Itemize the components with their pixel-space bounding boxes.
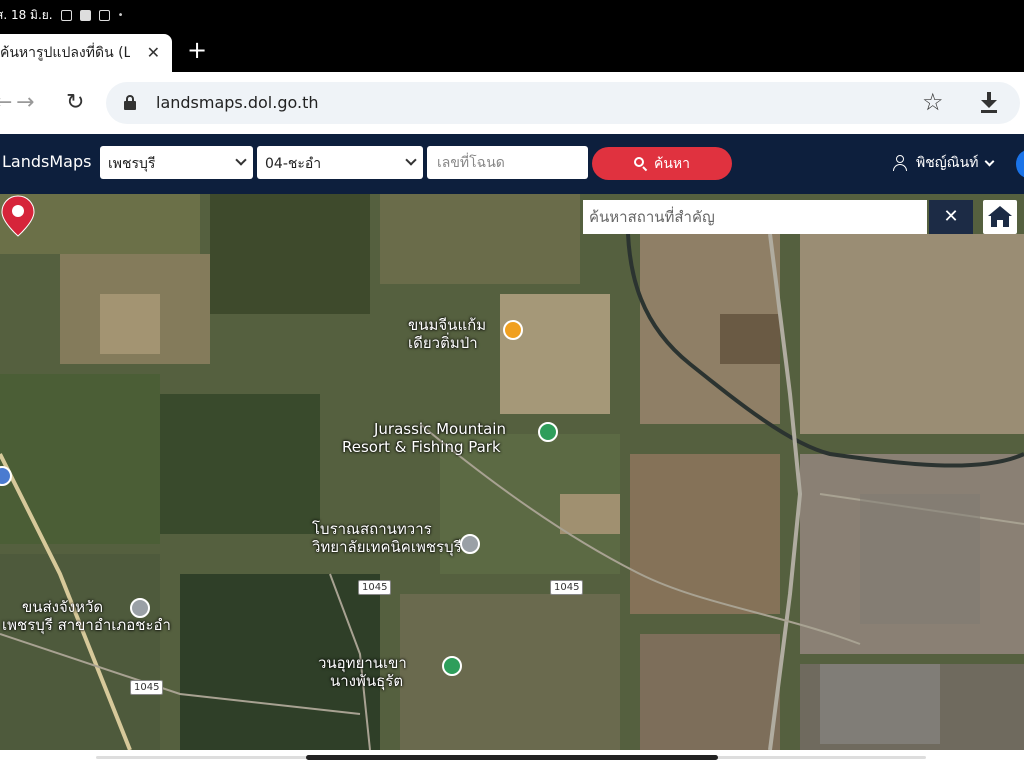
map-label-restaurant[interactable]: ขนมจีนแก้ม เดียวติ่มป่า <box>408 316 486 352</box>
back-button[interactable]: ← <box>0 91 12 115</box>
forward-button[interactable]: → <box>16 91 34 115</box>
clear-search-button[interactable]: ✕ <box>929 200 973 234</box>
road-number-shield: 1045 <box>358 580 392 595</box>
map-label-forest-park[interactable]: วนอุทยานเขา นางพันธุรัต <box>318 654 407 690</box>
map-label-line: Jurassic Mountain <box>374 420 506 438</box>
tab-strip: ค้นหารูปแปลงที่ดิน (LandsMaps) ✕ + <box>0 30 1024 72</box>
url-text[interactable]: landsmaps.dol.go.th <box>156 93 319 112</box>
deed-number-input[interactable] <box>427 146 588 179</box>
map-label-resort[interactable]: Jurassic Mountain Resort & Fishing Park <box>342 420 506 456</box>
map-label-line: วนอุทยานเขา <box>318 654 407 672</box>
screen: ส. 18 มิ.ย. • ค้นหารูปแปลงที่ดิน (LandsM… <box>0 0 1024 768</box>
search-icon <box>633 156 648 171</box>
chevron-down-icon <box>985 156 995 166</box>
brand-logo[interactable]: LandsMaps <box>2 152 91 171</box>
map-label-line: วิทยาลัยเทคนิคเพชรบุรี <box>312 538 462 556</box>
calendar-icon <box>60 9 72 21</box>
facebook-icon <box>79 9 91 21</box>
school-icon[interactable] <box>460 534 480 554</box>
map-label-line: นางพันธุรัต <box>330 672 404 690</box>
road-number-shield: 1045 <box>130 680 164 695</box>
home-indicator[interactable] <box>306 755 718 760</box>
search-button[interactable]: ค้นหา <box>592 147 732 180</box>
government-icon[interactable] <box>130 598 150 618</box>
status-bar: ส. 18 มิ.ย. • <box>0 0 1024 30</box>
satellite-imagery <box>0 194 1024 750</box>
tab-title: ค้นหารูปแปลงที่ดิน (LandsMaps) <box>0 45 130 61</box>
tab-close-icon[interactable]: ✕ <box>147 43 160 62</box>
district-value: 04-ชะอำ <box>265 156 322 172</box>
status-time: ส. 18 มิ.ย. <box>0 7 53 22</box>
restaurant-icon[interactable] <box>503 320 523 340</box>
browser-toolbar: ← → ↻ landsmaps.dol.go.th ☆ <box>0 72 1024 134</box>
map-label-line: ขนมจีนแก้ม <box>408 316 487 334</box>
search-button-label: ค้นหา <box>653 155 691 172</box>
user-menu[interactable]: พิชญ์ณินท์ <box>892 152 995 174</box>
map-label-line: เพชรบุรี สาขาอำเภอชะอำ <box>2 616 171 634</box>
map-label-line: โบราณสถานทวาร <box>312 520 432 538</box>
bottom-bar <box>0 750 1024 768</box>
download-icon[interactable] <box>978 90 1000 114</box>
map-label-college[interactable]: โบราณสถานทวาร วิทยาลัยเทคนิคเพชรบุรี <box>312 520 462 556</box>
tree-icon[interactable] <box>442 656 462 676</box>
map-label-line: เดียวติ่มป่า <box>408 334 478 352</box>
lock-icon[interactable] <box>124 95 136 110</box>
road-number-shield: 1045 <box>550 580 584 595</box>
browser-tab[interactable]: ค้นหารูปแปลงที่ดิน (LandsMaps) ✕ <box>0 34 172 72</box>
map-pin-icon[interactable] <box>0 194 36 238</box>
place-search-input[interactable] <box>583 200 927 234</box>
notification-dot-icon: • <box>117 9 124 21</box>
bookmark-star-icon[interactable]: ☆ <box>922 88 944 116</box>
mail-icon <box>98 9 110 21</box>
province-select[interactable]: เพชรบุรี <box>100 146 253 179</box>
user-icon <box>892 155 908 171</box>
address-bar[interactable]: landsmaps.dol.go.th ☆ <box>106 82 1020 124</box>
home-icon[interactable] <box>983 200 1017 234</box>
satellite-map[interactable]: ✕ ขนมจีนแก้ม เดียวติ่มป่า Jurassic Mount… <box>0 194 1024 750</box>
province-value: เพชรบุรี <box>108 156 156 172</box>
user-name: พิชญ์ณินท์ <box>916 155 979 171</box>
reload-button[interactable]: ↻ <box>66 91 84 115</box>
chevron-down-icon <box>405 154 417 166</box>
chevron-down-icon <box>235 154 247 166</box>
map-label-line: Resort & Fishing Park <box>342 438 501 456</box>
district-select[interactable]: 04-ชะอำ <box>257 146 423 179</box>
site-navbar: LandsMaps เพชรบุรี 04-ชะอำ ค้นหา พิชญ์ณิ… <box>0 134 1024 194</box>
park-icon[interactable] <box>538 422 558 442</box>
new-tab-button[interactable]: + <box>184 38 210 64</box>
